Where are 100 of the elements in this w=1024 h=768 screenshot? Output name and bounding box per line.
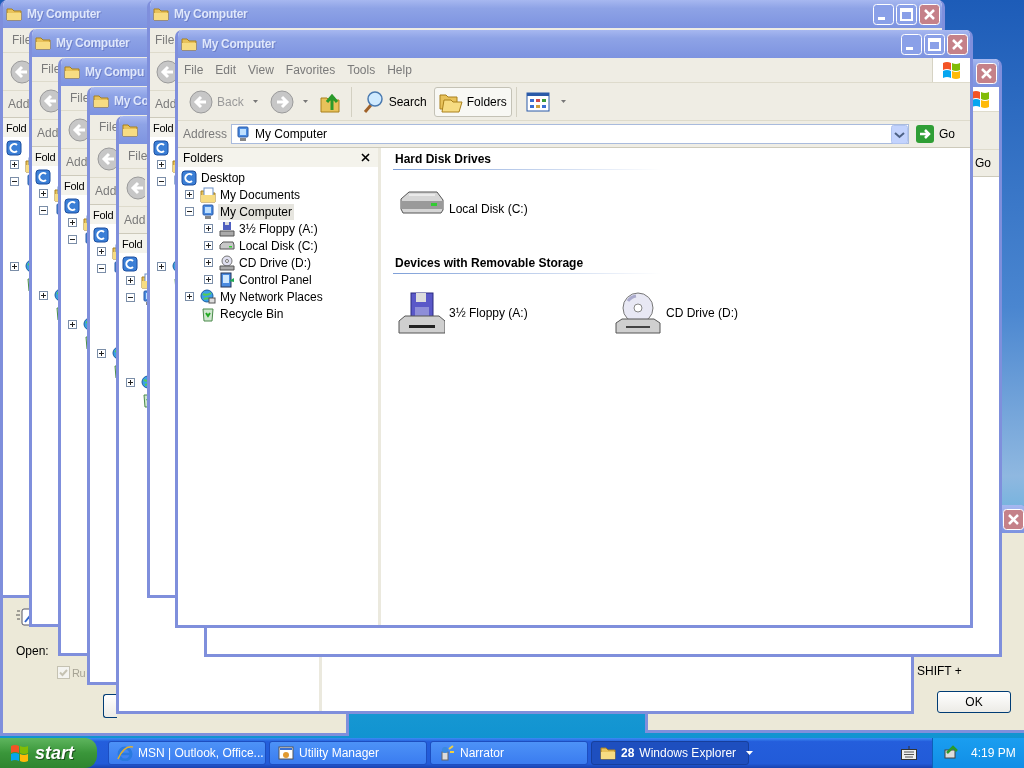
collapse-toggle[interactable] xyxy=(10,177,19,186)
go-button[interactable]: Go xyxy=(972,156,996,170)
flag-logo-icon xyxy=(8,742,30,764)
expand-toggle[interactable] xyxy=(39,189,48,198)
expand-toggle[interactable] xyxy=(68,218,77,227)
start-button[interactable]: start xyxy=(0,738,97,768)
collapse-toggle[interactable] xyxy=(39,206,48,215)
pane-title: Fold xyxy=(93,208,114,221)
pane-title: Folders xyxy=(183,150,223,165)
collapse-toggle[interactable] xyxy=(185,207,194,216)
expand-toggle[interactable] xyxy=(157,262,166,271)
address-label: Address xyxy=(183,127,228,141)
expand-toggle[interactable] xyxy=(10,262,19,271)
address-label: Add xyxy=(37,126,59,140)
caret-icon xyxy=(302,100,308,103)
menu-item[interactable]: Favorites xyxy=(279,58,342,82)
menu-item[interactable]: View xyxy=(242,58,280,82)
expand-toggle[interactable] xyxy=(126,378,135,387)
folder-icon xyxy=(181,36,197,52)
documents-folder-icon xyxy=(200,186,216,203)
computer-icon xyxy=(200,203,216,220)
drive-label[interactable]: CD Drive (D:) xyxy=(666,306,738,320)
tree-item[interactable]: Desktop xyxy=(199,169,248,186)
taskbar-button[interactable]: Narrator xyxy=(430,741,588,765)
tree-item[interactable]: Local Disk (C:) xyxy=(237,237,320,254)
expand-toggle[interactable] xyxy=(204,241,213,250)
desktop-icon xyxy=(122,255,138,272)
expand-toggle[interactable] xyxy=(204,224,213,233)
tree-item[interactable]: 3½ Floppy (A:) xyxy=(237,220,320,237)
go-arrow-icon xyxy=(916,125,934,143)
drive-label[interactable]: 3½ Floppy (A:) xyxy=(449,306,528,320)
drive-label[interactable]: Local Disk (C:) xyxy=(449,202,528,216)
expand-toggle[interactable] xyxy=(185,190,194,199)
collapse-toggle[interactable] xyxy=(68,235,77,244)
taskbar-button[interactable]: Utility Manager xyxy=(269,741,427,765)
recycle-bin-icon xyxy=(200,305,216,322)
menu-item[interactable]: File xyxy=(178,58,210,82)
ok-button[interactable]: OK xyxy=(937,691,1011,713)
tree-item[interactable]: Control Panel xyxy=(237,271,314,288)
expand-toggle[interactable] xyxy=(204,275,213,284)
tree-item[interactable]: My Network Places xyxy=(218,288,325,305)
dialog-button[interactable] xyxy=(103,694,117,718)
menu-item[interactable]: Tools xyxy=(341,58,382,82)
close-button[interactable] xyxy=(1003,508,1024,530)
window-title: My Computer xyxy=(174,7,248,21)
close-icon[interactable] xyxy=(361,153,370,162)
pane-title: Fold xyxy=(35,150,56,163)
window-title: My Computer xyxy=(27,7,101,21)
close-button[interactable] xyxy=(919,3,940,25)
network-globe-icon xyxy=(200,288,216,305)
floppy-drive-icon xyxy=(219,220,235,237)
go-button[interactable]: Go xyxy=(913,125,967,143)
menu-item[interactable]: Edit xyxy=(209,58,243,82)
collapse-toggle[interactable] xyxy=(97,264,106,273)
floppy-drive-icon[interactable] xyxy=(397,291,445,335)
folders-button[interactable]: Folders xyxy=(433,86,512,117)
desktop-icon xyxy=(6,139,22,156)
folder-icon xyxy=(6,6,22,22)
clock: 4:19 PM xyxy=(971,746,1016,760)
section-heading: Hard Disk Drives xyxy=(393,151,660,170)
control-panel-icon xyxy=(219,271,235,288)
expand-toggle[interactable] xyxy=(97,349,106,358)
back-arrow-icon xyxy=(126,175,145,200)
close-button[interactable] xyxy=(947,33,968,55)
address-label: Add xyxy=(66,155,88,169)
menu-item[interactable]: File xyxy=(155,28,175,52)
pane-title: Fold xyxy=(6,121,27,134)
search-button[interactable]: Search xyxy=(355,86,432,117)
menu-item[interactable]: File xyxy=(128,144,148,168)
expand-toggle[interactable] xyxy=(185,292,194,301)
folder-icon xyxy=(35,35,51,51)
expand-toggle[interactable] xyxy=(10,160,19,169)
expand-toggle[interactable] xyxy=(157,160,166,169)
cd-drive-icon[interactable] xyxy=(614,291,662,335)
collapse-toggle[interactable] xyxy=(126,293,135,302)
pane-title: Fold xyxy=(64,179,85,192)
caret-icon xyxy=(560,100,566,103)
collapse-toggle[interactable] xyxy=(157,177,166,186)
section-heading: Devices with Removable Storage xyxy=(393,255,660,274)
close-button[interactable] xyxy=(976,62,997,84)
cd-drive-icon xyxy=(219,254,235,271)
folder-icon xyxy=(600,745,616,761)
tree-item[interactable]: My Documents xyxy=(218,186,303,203)
expand-toggle[interactable] xyxy=(204,258,213,267)
tree-item[interactable]: CD Drive (D:) xyxy=(237,254,313,271)
address-label: Add xyxy=(8,97,30,111)
tree-item[interactable]: Recycle Bin xyxy=(218,305,286,322)
expand-toggle[interactable] xyxy=(68,320,77,329)
tree-item[interactable]: My Computer xyxy=(218,203,295,220)
dropdown-button[interactable] xyxy=(891,124,908,144)
expand-toggle[interactable] xyxy=(126,276,135,285)
caret-icon xyxy=(746,751,754,755)
taskbar-button[interactable]: MSN | Outlook, Office... xyxy=(108,741,266,765)
expand-toggle[interactable] xyxy=(39,291,48,300)
address-field[interactable]: My Computer xyxy=(231,124,909,144)
expand-toggle[interactable] xyxy=(97,247,106,256)
menu-item[interactable]: Help xyxy=(381,58,418,82)
keyboard-icon[interactable] xyxy=(901,746,917,760)
desktop-icon xyxy=(93,226,109,243)
desktop-icon xyxy=(35,168,51,185)
